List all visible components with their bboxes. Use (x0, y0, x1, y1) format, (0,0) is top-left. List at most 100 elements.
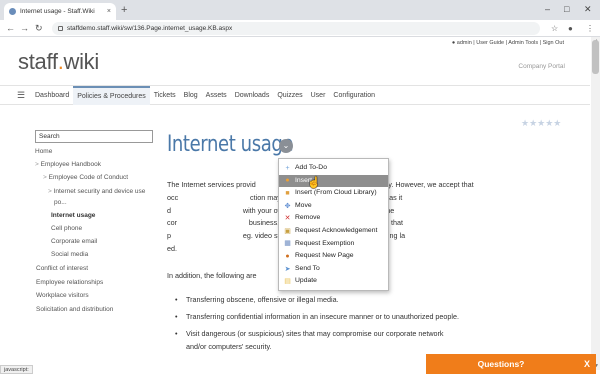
nav-item-tickets[interactable]: Tickets (150, 86, 180, 105)
sidebar-item-solicitation-and-distribution[interactable]: Solicitation and distribution (36, 305, 113, 314)
nav-item-downloads[interactable]: Downloads (231, 86, 274, 105)
menu-item-remove[interactable]: ✕ Remove (279, 212, 388, 225)
sidebar-item-label: Internet usage (51, 212, 96, 219)
favicon-icon (9, 8, 16, 15)
browser-menu-icon[interactable]: ⋮ (586, 21, 594, 36)
new-tab-button[interactable]: + (121, 3, 127, 17)
hamburger-menu-icon[interactable]: ☰ (17, 90, 25, 101)
menu-item-move[interactable]: ✥ Move (279, 200, 388, 213)
sidebar-item-social-media[interactable]: Social media (51, 250, 88, 259)
tab-title: Internet usage - Staff.Wiki (20, 8, 95, 15)
sidebar-search-input[interactable] (35, 130, 153, 143)
mouse-cursor-icon: ☝ (307, 177, 321, 189)
sidebar-item-label: Employee Handbook (40, 161, 101, 168)
sidebar-item-employee-code-of-conduct[interactable]: > Employee Code of Conduct (43, 173, 128, 182)
list-item: Visit dangerous (or suspicious) sites th… (175, 328, 465, 353)
send-to-icon: ➤ (284, 265, 291, 273)
update-icon: ▤ (284, 278, 291, 286)
window-close-icon[interactable]: ✕ (584, 2, 592, 16)
menu-item-request-new-page[interactable]: ● Request New Page (279, 250, 388, 263)
menu-item-send-to[interactable]: ➤ Send To (279, 263, 388, 276)
acknowledgement-icon: ▣ (284, 227, 291, 235)
menu-item-label: Update (295, 277, 317, 285)
menu-item-label: Remove (295, 214, 321, 222)
sidebar-item-home[interactable]: Home (35, 147, 52, 156)
menu-item-label: Insert (From Cloud Library) (295, 189, 377, 197)
nav-item-blog[interactable]: Blog (180, 86, 202, 105)
forward-icon[interactable]: → (20, 21, 29, 36)
questions-close-icon[interactable]: X (584, 359, 590, 369)
nav-item-policies-procedures[interactable]: Policies & Procedures (73, 86, 150, 105)
minimize-icon[interactable]: – (545, 2, 550, 16)
tab-close-icon[interactable]: × (107, 8, 111, 15)
sidebar-item-label: Workplace visitors (36, 292, 89, 299)
menu-item-add-to-do[interactable]: + Add To-Do (279, 162, 388, 175)
questions-widget[interactable]: Questions? X (426, 354, 596, 374)
exemption-icon: ▦ (284, 240, 291, 248)
top-links-text[interactable]: admin | User Guide | Admin Tools | Sign … (457, 40, 564, 46)
sidebar-item-label: Corporate email (51, 238, 98, 245)
site-logo[interactable]: staff.wiki (18, 49, 99, 75)
nav-item-dashboard[interactable]: Dashboard (31, 86, 73, 105)
profile-icon[interactable]: ● (568, 21, 573, 36)
company-portal-label: Company Portal (518, 63, 565, 70)
page-scrollbar[interactable]: ▲ ▼ (591, 37, 600, 370)
nav-items: Dashboard Policies & Procedures Tickets Blo… (31, 86, 379, 105)
logo-end: wiki (63, 49, 100, 74)
cloud-library-icon: ■ (285, 189, 290, 197)
list-item: Transferring confidential information in… (175, 311, 465, 324)
sidebar-item-label: Home (35, 148, 53, 155)
title-dropdown-chevron-icon[interactable]: ⌄ (279, 139, 293, 153)
bookmark-star-icon[interactable]: ☆ (551, 21, 558, 36)
status-bar: javascript: (0, 365, 33, 374)
page-context-menu: + Add To-Do ● Insert ■ Insert (From Cloud Lib… (278, 158, 389, 291)
move-icon: ✥ (284, 202, 291, 210)
reload-icon[interactable]: ↻ (35, 21, 43, 36)
browser-tab[interactable]: Internet usage - Staff.Wiki × (4, 3, 116, 20)
insert-icon: ● (285, 177, 290, 185)
sidebar-item-employee-handbook[interactable]: > Employee Handbook (35, 160, 101, 169)
menu-item-insert[interactable]: ● Insert (279, 174, 388, 188)
top-links[interactable]: ● admin | User Guide | Admin Tools | Sig… (452, 40, 564, 46)
sidebar-item-label: Employee relationships (36, 279, 104, 286)
nav-item-configuration[interactable]: Configuration (329, 86, 379, 105)
sidebar-item-label: Conflict of interest (36, 265, 89, 272)
back-icon[interactable]: ← (6, 21, 15, 36)
menu-item-label: Send To (295, 264, 320, 272)
sidebar-item-label: po... (54, 199, 67, 206)
sidebar-item-employee-relationships[interactable]: Employee relationships (36, 278, 103, 287)
sidebar-item-label: Social media (51, 251, 89, 258)
menu-item-request-acknowledgement[interactable]: ▣ Request Acknowledgement (279, 225, 388, 238)
url-input[interactable]: staffdemo.staff.wiki/sw/136.Page.interne… (52, 22, 540, 35)
menu-item-insert-from-cloud-library[interactable]: ■ Insert (From Cloud Library) (279, 187, 388, 200)
content-paragraph-2: In addition, the following are (167, 271, 257, 280)
sidebar-item-internet-security-and-device-use[interactable]: > Internet security and device use (48, 187, 145, 196)
main-navigation: ☰ Dashboard Policies & Procedures Tickets B… (0, 85, 590, 105)
sidebar-item-po[interactable]: po... (54, 198, 67, 207)
questions-label[interactable]: Questions? (426, 359, 576, 369)
url-text: staffdemo.staff.wiki/sw/136.Page.interne… (67, 25, 233, 32)
menu-item-update[interactable]: ▤ Update (279, 275, 388, 288)
sidebar-item-workplace-visitors[interactable]: Workplace visitors (36, 291, 89, 300)
sidebar-item-label: Internet security and device use (53, 188, 146, 195)
menu-item-label: Request New Page (295, 252, 354, 260)
lock-icon (58, 26, 63, 31)
sidebar-item-cell-phone[interactable]: Cell phone (51, 224, 82, 233)
address-bar: ← → ↻ staffdemo.staff.wiki/sw/136.Page.i… (0, 20, 600, 37)
nav-item-quizzes[interactable]: Quizzes (273, 86, 306, 105)
menu-item-label: Request Acknowledgement (295, 226, 378, 234)
sidebar-item-corporate-email[interactable]: Corporate email (51, 237, 97, 246)
sidebar-item-conflict-of-interest[interactable]: Conflict of interest (36, 264, 88, 273)
logo-main: staff (18, 49, 58, 74)
browser-tab-bar: Internet usage - Staff.Wiki × + – □ ✕ (0, 0, 600, 20)
rating-stars-icon[interactable]: ★★★★★ (521, 118, 561, 129)
sidebar-item-label: Solicitation and distribution (36, 306, 114, 313)
scroll-thumb[interactable] (592, 40, 599, 74)
maximize-icon[interactable]: □ (564, 2, 569, 16)
menu-item-request-exemption[interactable]: ▦ Request Exemption (279, 238, 388, 251)
sidebar-item-label: Employee Code of Conduct (48, 174, 129, 181)
sidebar-item-internet-usage[interactable]: Internet usage (51, 211, 95, 220)
nav-item-assets[interactable]: Assets (202, 86, 231, 105)
nav-item-user[interactable]: User (307, 86, 330, 105)
list-item: Transferring obscene, offensive or illeg… (175, 294, 465, 307)
